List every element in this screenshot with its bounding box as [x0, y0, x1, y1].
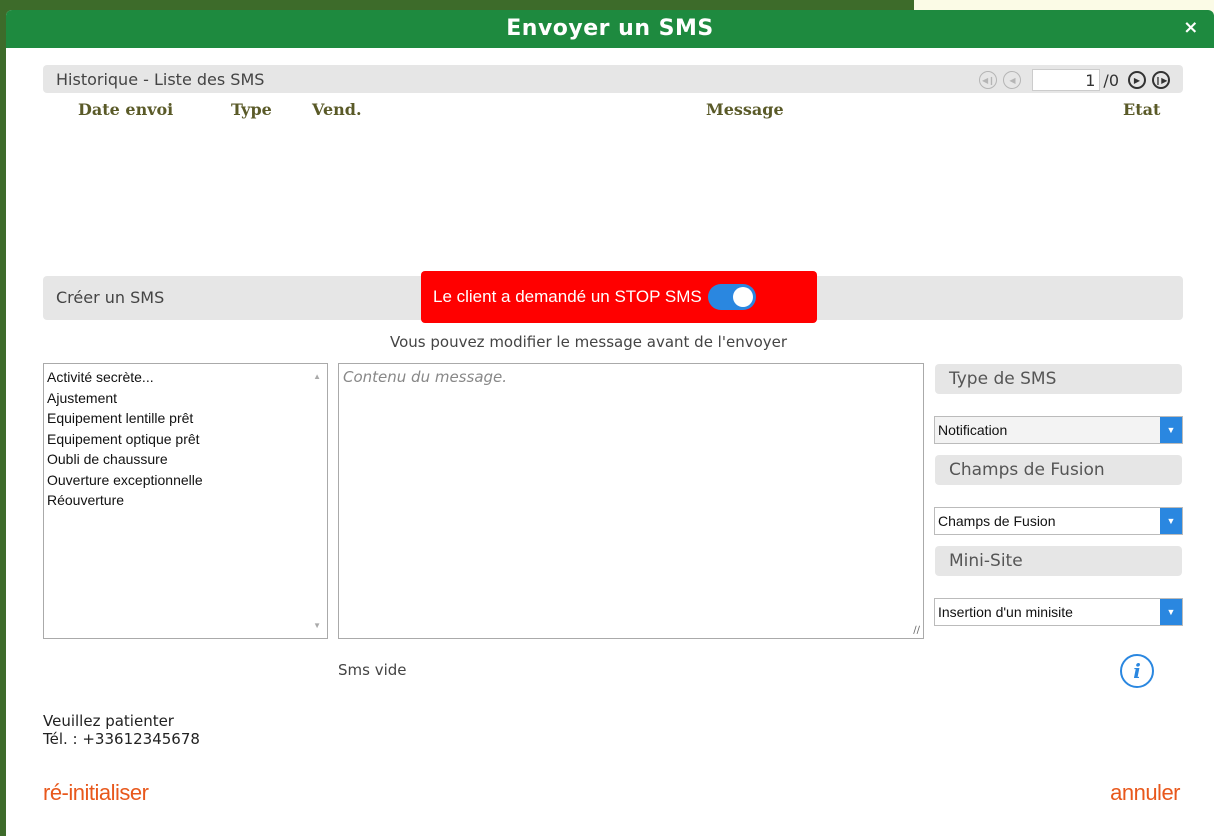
history-title: Historique - Liste des SMS [56, 70, 265, 89]
template-item[interactable]: Equipement lentille prêt [44, 408, 327, 429]
template-item[interactable]: Activité secrète... [44, 367, 327, 388]
column-message[interactable]: Message [706, 100, 784, 119]
message-placeholder: Contenu du message. [343, 368, 508, 386]
chevron-down-icon[interactable]: ▼ [1160, 508, 1182, 534]
column-state[interactable]: Etat [1123, 100, 1160, 119]
column-type[interactable]: Type [231, 100, 272, 119]
next-page-icon[interactable]: ▶ [1128, 71, 1146, 89]
dialog-title: Envoyer un SMS [506, 16, 714, 41]
minisite-select[interactable]: Insertion d'un minisite ▼ [934, 598, 1183, 626]
wait-text: Veuillez patienter [43, 712, 174, 730]
wait-info: Veuillez patienter Tél. : +33612345678 [43, 712, 200, 748]
last-page-icon[interactable]: ❙▶ [1152, 71, 1170, 89]
page-number-input[interactable] [1032, 69, 1101, 91]
template-item[interactable]: Réouverture [44, 490, 327, 511]
sms-dialog: Envoyer un SMS × Historique - Liste des … [6, 10, 1214, 836]
minisite-label: Mini-Site [935, 546, 1182, 576]
sms-type-select[interactable]: Notification ▼ [934, 416, 1183, 444]
message-textarea[interactable]: Contenu du message. ∕∕ [338, 363, 924, 639]
dialog-titlebar: Envoyer un SMS × [6, 10, 1214, 48]
stop-sms-toggle[interactable] [707, 284, 756, 310]
sms-status: Sms vide [338, 661, 407, 679]
close-icon[interactable]: × [1180, 17, 1202, 39]
sms-type-value: Notification [938, 422, 1008, 438]
sms-type-label: Type de SMS [935, 364, 1182, 394]
scroll-up-icon[interactable]: ▲ [313, 372, 321, 381]
fusion-value: Champs de Fusion [938, 513, 1056, 529]
template-list[interactable]: Activité secrète... Ajustement Equipemen… [43, 363, 328, 639]
resize-grip-icon[interactable]: ∕∕ [913, 625, 920, 636]
template-item[interactable]: Ajustement [44, 388, 327, 409]
chevron-down-icon[interactable]: ▼ [1160, 599, 1182, 625]
cancel-button[interactable]: annuler [1110, 780, 1180, 806]
history-header: Historique - Liste des SMS ◀❙ ◀ /0 ▶ ❙▶ [43, 65, 1183, 93]
info-icon[interactable]: i [1120, 654, 1154, 688]
create-title: Créer un SMS [56, 288, 165, 307]
edit-hint: Vous pouvez modifier le message avant de… [390, 333, 788, 351]
fusion-label: Champs de Fusion [935, 455, 1182, 485]
history-pager: ◀❙ ◀ /0 ▶ ❙▶ [976, 68, 1173, 92]
column-vendor[interactable]: Vend. [312, 100, 362, 119]
phone-number: Tél. : +33612345678 [43, 730, 200, 748]
stop-sms-banner: Le client a demandé un STOP SMS [421, 271, 817, 323]
toggle-knob [732, 287, 753, 307]
prev-page-icon[interactable]: ◀ [1003, 71, 1022, 89]
fusion-select[interactable]: Champs de Fusion ▼ [934, 507, 1183, 535]
minisite-value: Insertion d'un minisite [938, 604, 1073, 620]
template-item[interactable]: Equipement optique prêt [44, 429, 327, 450]
first-page-icon[interactable]: ◀❙ [979, 71, 998, 89]
template-item[interactable]: Ouverture exceptionnelle [44, 470, 327, 491]
reset-button[interactable]: ré-initialiser [43, 780, 149, 806]
chevron-down-icon[interactable]: ▼ [1160, 417, 1182, 443]
stop-sms-label: Le client a demandé un STOP SMS [433, 287, 702, 306]
scroll-down-icon[interactable]: ▼ [313, 621, 321, 630]
page-total: /0 [1103, 70, 1119, 90]
column-date[interactable]: Date envoi [78, 100, 173, 119]
template-item[interactable]: Oubli de chaussure [44, 449, 327, 470]
